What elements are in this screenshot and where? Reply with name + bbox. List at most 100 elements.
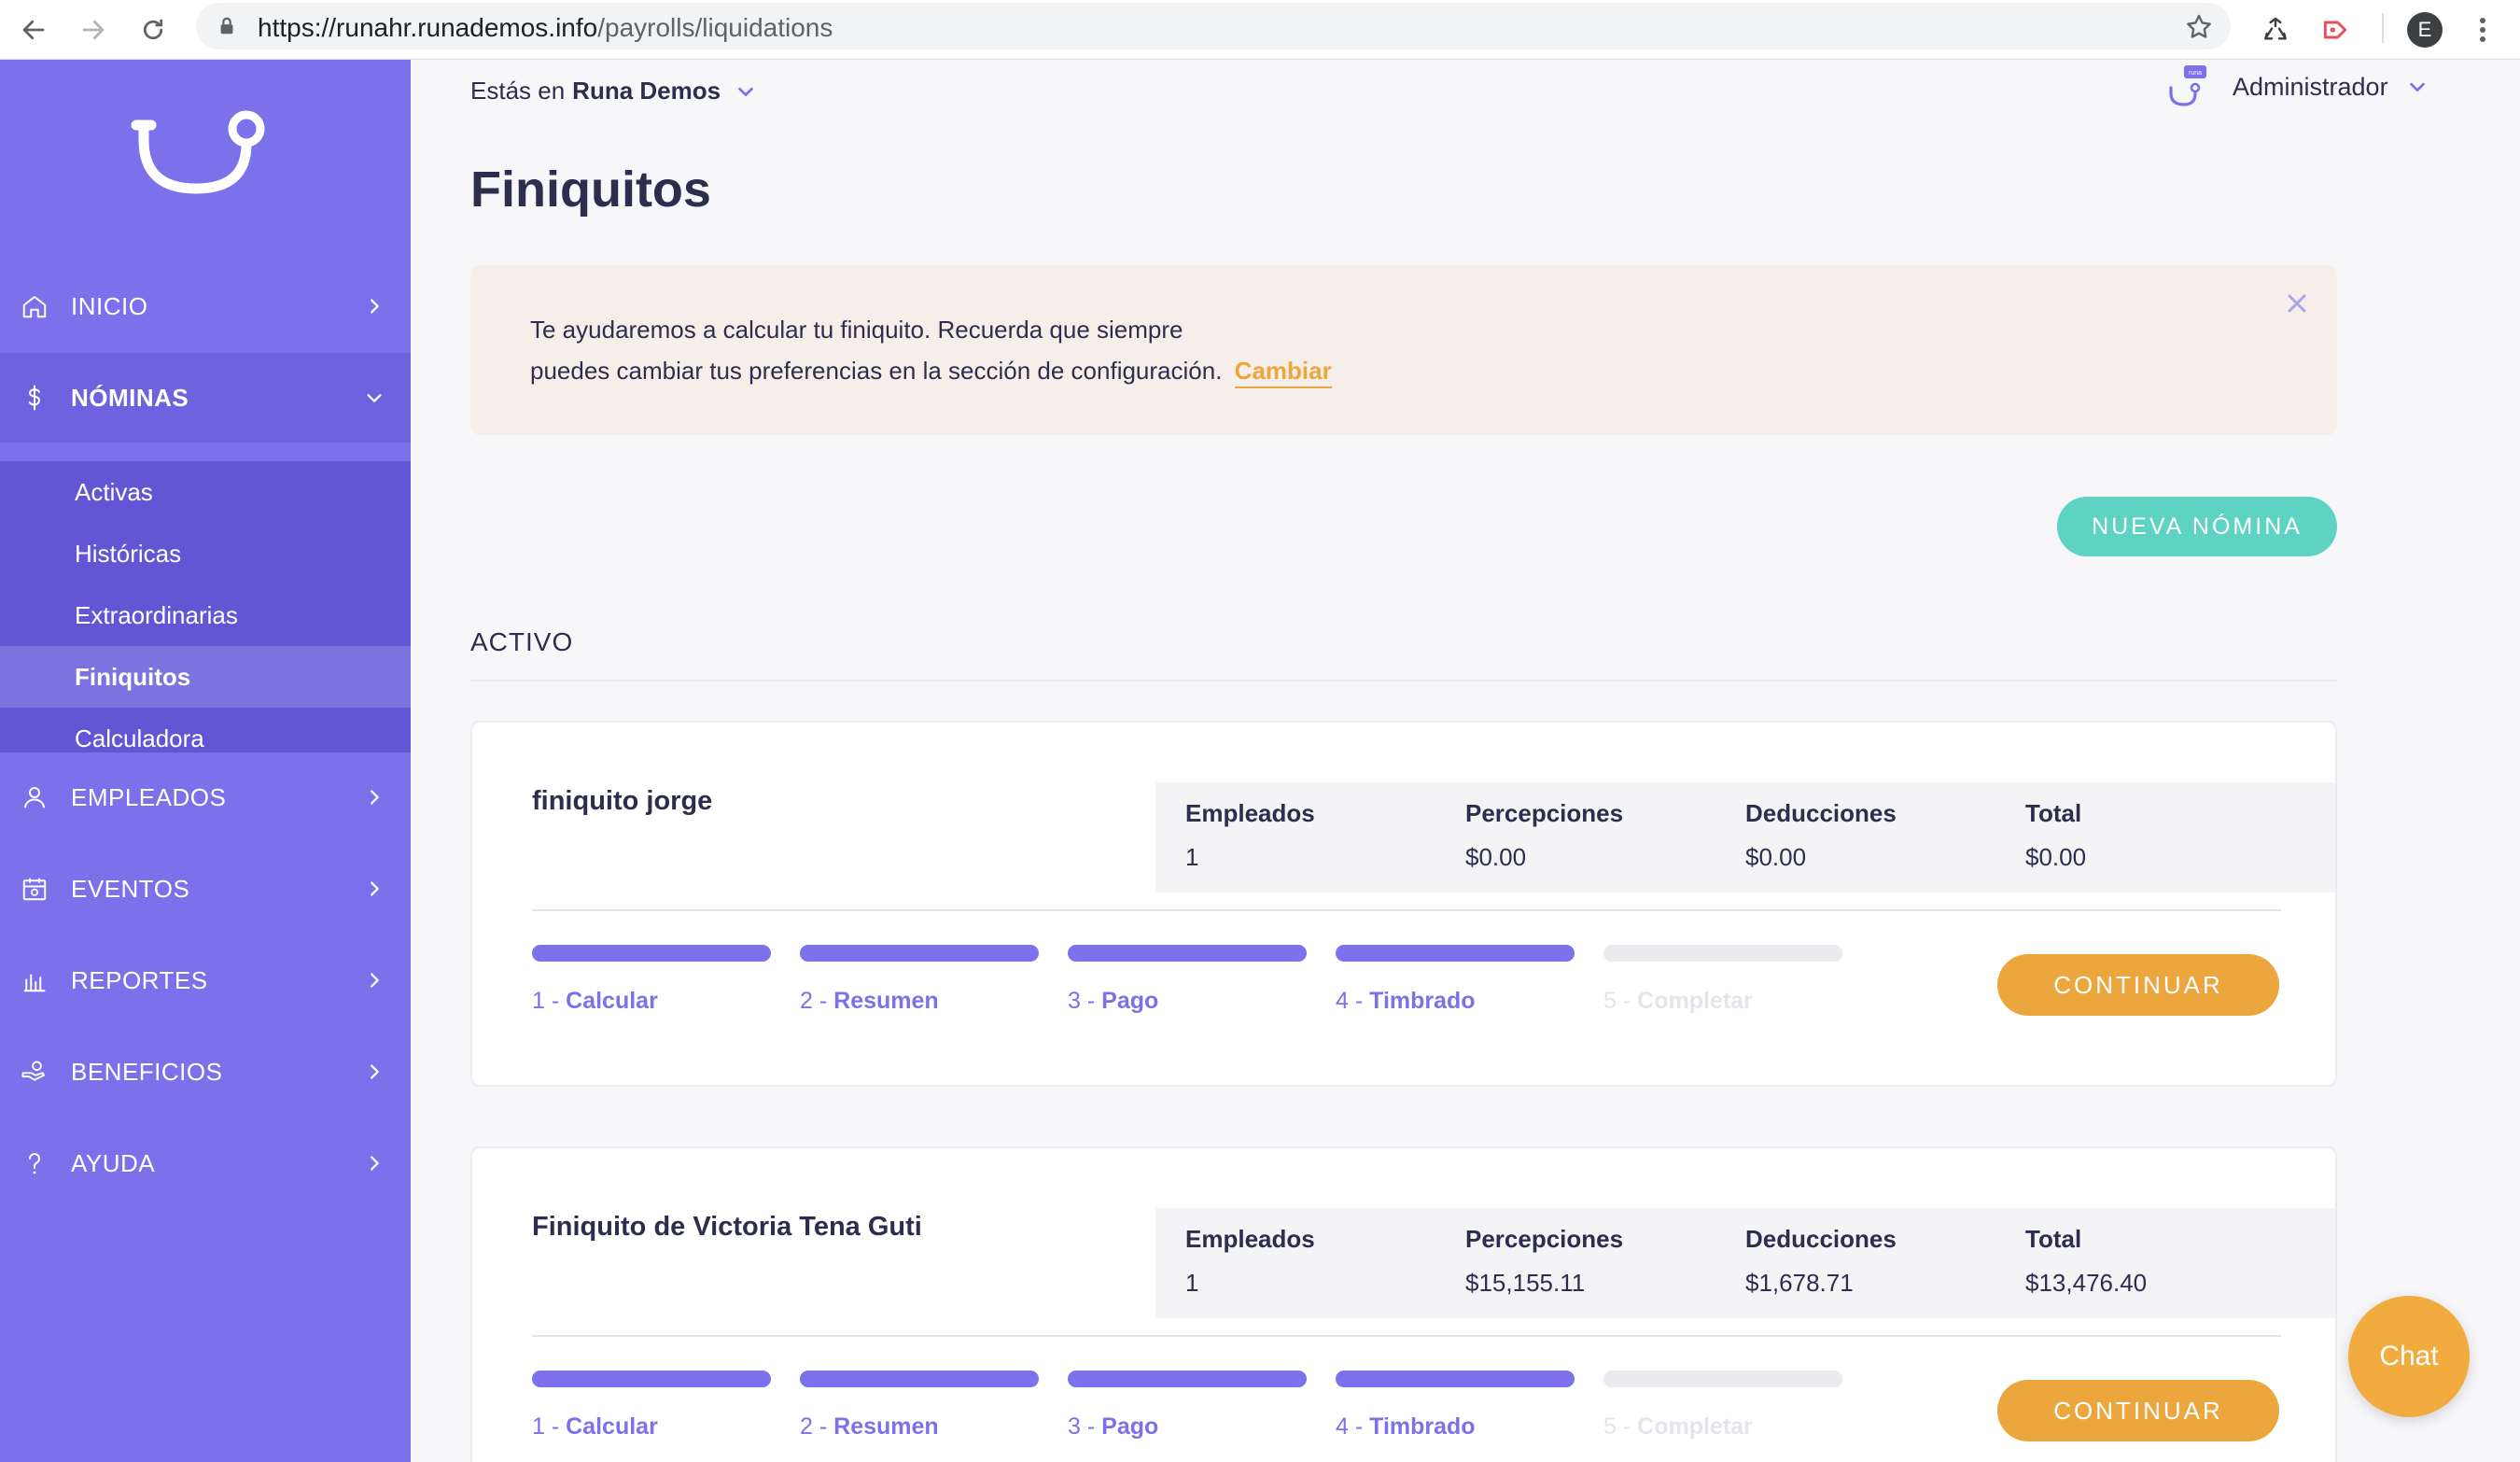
card-divider bbox=[532, 909, 2281, 911]
step-name: Timbrado bbox=[1369, 1413, 1476, 1440]
sidebar-item-beneficios[interactable]: BENEFICIOS bbox=[0, 1027, 411, 1117]
stat-deducciones: Deducciones $1,678.71 bbox=[1745, 1225, 2007, 1298]
sidebar-item-ayuda[interactable]: AYUDA bbox=[0, 1118, 411, 1208]
arrow-right-icon bbox=[82, 20, 105, 40]
chevron-right-icon bbox=[371, 299, 379, 314]
context-prefix: Estás en bbox=[470, 77, 566, 105]
stat-total: Total $0.00 bbox=[2025, 799, 2287, 872]
stat-empleados: Empleados 1 bbox=[1185, 799, 1447, 872]
browser-menu-button[interactable] bbox=[2460, 7, 2505, 52]
company-switcher[interactable]: Estás en Runa Demos bbox=[470, 77, 756, 105]
stat-value: $13,476.40 bbox=[2025, 1269, 2148, 1297]
close-banner-button[interactable] bbox=[2281, 288, 2313, 319]
star-icon[interactable] bbox=[2184, 12, 2214, 42]
stat-percepciones: Percepciones $0.00 bbox=[1465, 799, 1727, 872]
step-bar bbox=[1336, 1371, 1575, 1387]
step-completar[interactable]: 5 - Completar bbox=[1603, 1371, 1842, 1441]
sidebar-item-nominas[interactable]: NÓMINAS bbox=[0, 353, 411, 443]
step-number: 1 - bbox=[532, 1413, 560, 1440]
stat-value: $0.00 bbox=[1745, 843, 1807, 871]
stat-label: Empleados bbox=[1185, 1225, 1315, 1253]
step-number: 2 - bbox=[800, 1413, 828, 1440]
step-completar[interactable]: 5 - Completar bbox=[1603, 945, 1842, 1015]
chevron-down-icon bbox=[2409, 82, 2425, 92]
step-label: 4 - Timbrado bbox=[1336, 988, 1575, 1015]
stat-label: Total bbox=[2025, 799, 2082, 827]
change-preferences-link[interactable]: Cambiar bbox=[1234, 357, 1332, 388]
stat-label: Deducciones bbox=[1745, 799, 1897, 827]
forward-button[interactable] bbox=[71, 7, 116, 52]
step-resumen[interactable]: 2 - Resumen bbox=[800, 945, 1039, 1015]
toolbar-separator bbox=[2382, 13, 2384, 43]
hand-coin-icon bbox=[21, 1061, 45, 1081]
banner-text-line2: puedes cambiar tus preferencias en la se… bbox=[530, 357, 1332, 388]
sidebar-item-inicio[interactable]: INICIO bbox=[0, 261, 411, 351]
stat-percepciones: Percepciones $15,155.11 bbox=[1465, 1225, 1727, 1298]
submenu-item-activas[interactable]: Activas bbox=[0, 461, 411, 523]
address-bar[interactable]: https://runahr.runademos.info/payrolls/l… bbox=[196, 3, 2231, 49]
step-resumen[interactable]: 2 - Resumen bbox=[800, 1371, 1039, 1441]
recycle-icon bbox=[2264, 17, 2287, 40]
user-menu[interactable]: runa Administrador bbox=[2165, 65, 2428, 108]
liquidation-card[interactable]: finiquito jorge Empleados 1 Percepciones $… bbox=[470, 721, 2337, 1087]
step-pago[interactable]: 3 - Pago bbox=[1068, 945, 1307, 1015]
sidebar-item-label: EMPLEADOS bbox=[71, 782, 227, 811]
card-title: finiquito jorge bbox=[532, 786, 713, 816]
liquidation-card[interactable]: Finiquito de Victoria Tena Guti Empleado… bbox=[470, 1146, 2337, 1462]
dollar-icon bbox=[28, 385, 41, 411]
page-title: Finiquitos bbox=[470, 162, 711, 218]
avatar: E bbox=[2407, 12, 2443, 48]
step-name: Resumen bbox=[833, 988, 939, 1014]
step-timbrado[interactable]: 4 - Timbrado bbox=[1336, 1371, 1575, 1441]
sidebar-item-empleados[interactable]: EMPLEADOS bbox=[0, 752, 411, 842]
sidebar-item-reportes[interactable]: REPORTES bbox=[0, 935, 411, 1025]
continue-button[interactable]: CONTINUAR bbox=[1997, 1380, 2279, 1441]
step-timbrado[interactable]: 4 - Timbrado bbox=[1336, 945, 1575, 1015]
stat-label: Empleados bbox=[1185, 799, 1315, 827]
step-label: 1 - Calcular bbox=[532, 1413, 771, 1441]
section-title: ACTIVO bbox=[470, 627, 574, 656]
url-host: https://runahr.runademos.info bbox=[258, 13, 598, 42]
profile-button[interactable]: E bbox=[2402, 7, 2447, 52]
extension-recycle[interactable] bbox=[2253, 7, 2298, 52]
user-icon bbox=[24, 787, 45, 808]
back-button[interactable] bbox=[11, 7, 56, 52]
sidebar-item-label: EVENTOS bbox=[71, 874, 190, 903]
step-label: 4 - Timbrado bbox=[1336, 1413, 1575, 1441]
stat-label: Deducciones bbox=[1745, 1225, 1897, 1253]
sidebar-item-label: AYUDA bbox=[71, 1148, 156, 1177]
company-name: Runa Demos bbox=[572, 77, 721, 105]
continue-button[interactable]: CONTINUAR bbox=[1997, 954, 2279, 1016]
stat-total: Total $13,476.40 bbox=[2025, 1225, 2287, 1298]
step-calcular[interactable]: 1 - Calcular bbox=[532, 945, 771, 1015]
step-bar bbox=[532, 945, 771, 962]
submenu-item-extraordinarias[interactable]: Extraordinarias bbox=[0, 584, 411, 646]
stat-empleados: Empleados 1 bbox=[1185, 1225, 1447, 1298]
step-calcular[interactable]: 1 - Calcular bbox=[532, 1371, 771, 1441]
kebab-menu-icon bbox=[2480, 18, 2485, 42]
extension-video[interactable] bbox=[2313, 7, 2358, 52]
new-payroll-button[interactable]: NUEVA NÓMINA bbox=[2057, 497, 2337, 556]
stat-value: 1 bbox=[1185, 843, 1199, 871]
submenu-item-label: Activas bbox=[75, 477, 153, 506]
chevron-down-icon bbox=[738, 87, 753, 96]
reload-button[interactable] bbox=[131, 7, 175, 52]
step-pago[interactable]: 3 - Pago bbox=[1068, 1371, 1307, 1441]
submenu-item-finiquitos[interactable]: Finiquitos bbox=[0, 646, 411, 708]
runa-logo-icon[interactable] bbox=[131, 106, 271, 209]
url-path: /payrolls/liquidations bbox=[597, 13, 833, 42]
card-title: Finiquito de Victoria Tena Guti bbox=[532, 1212, 922, 1242]
bar-chart-icon bbox=[23, 974, 46, 992]
sidebar-item-eventos[interactable]: EVENTOS bbox=[0, 844, 411, 934]
step-bar bbox=[1068, 945, 1307, 962]
chevron-right-icon bbox=[371, 881, 379, 896]
chevron-right-icon bbox=[371, 1064, 379, 1079]
svg-text:runa: runa bbox=[2189, 70, 2202, 77]
close-icon bbox=[2288, 294, 2306, 313]
step-bar bbox=[800, 1371, 1039, 1387]
submenu-item-historicas[interactable]: Históricas bbox=[0, 523, 411, 584]
chat-button[interactable]: Chat bbox=[2348, 1296, 2470, 1417]
home-icon bbox=[22, 296, 47, 318]
step-label: 3 - Pago bbox=[1068, 1413, 1307, 1441]
step-name: Completar bbox=[1637, 988, 1753, 1014]
